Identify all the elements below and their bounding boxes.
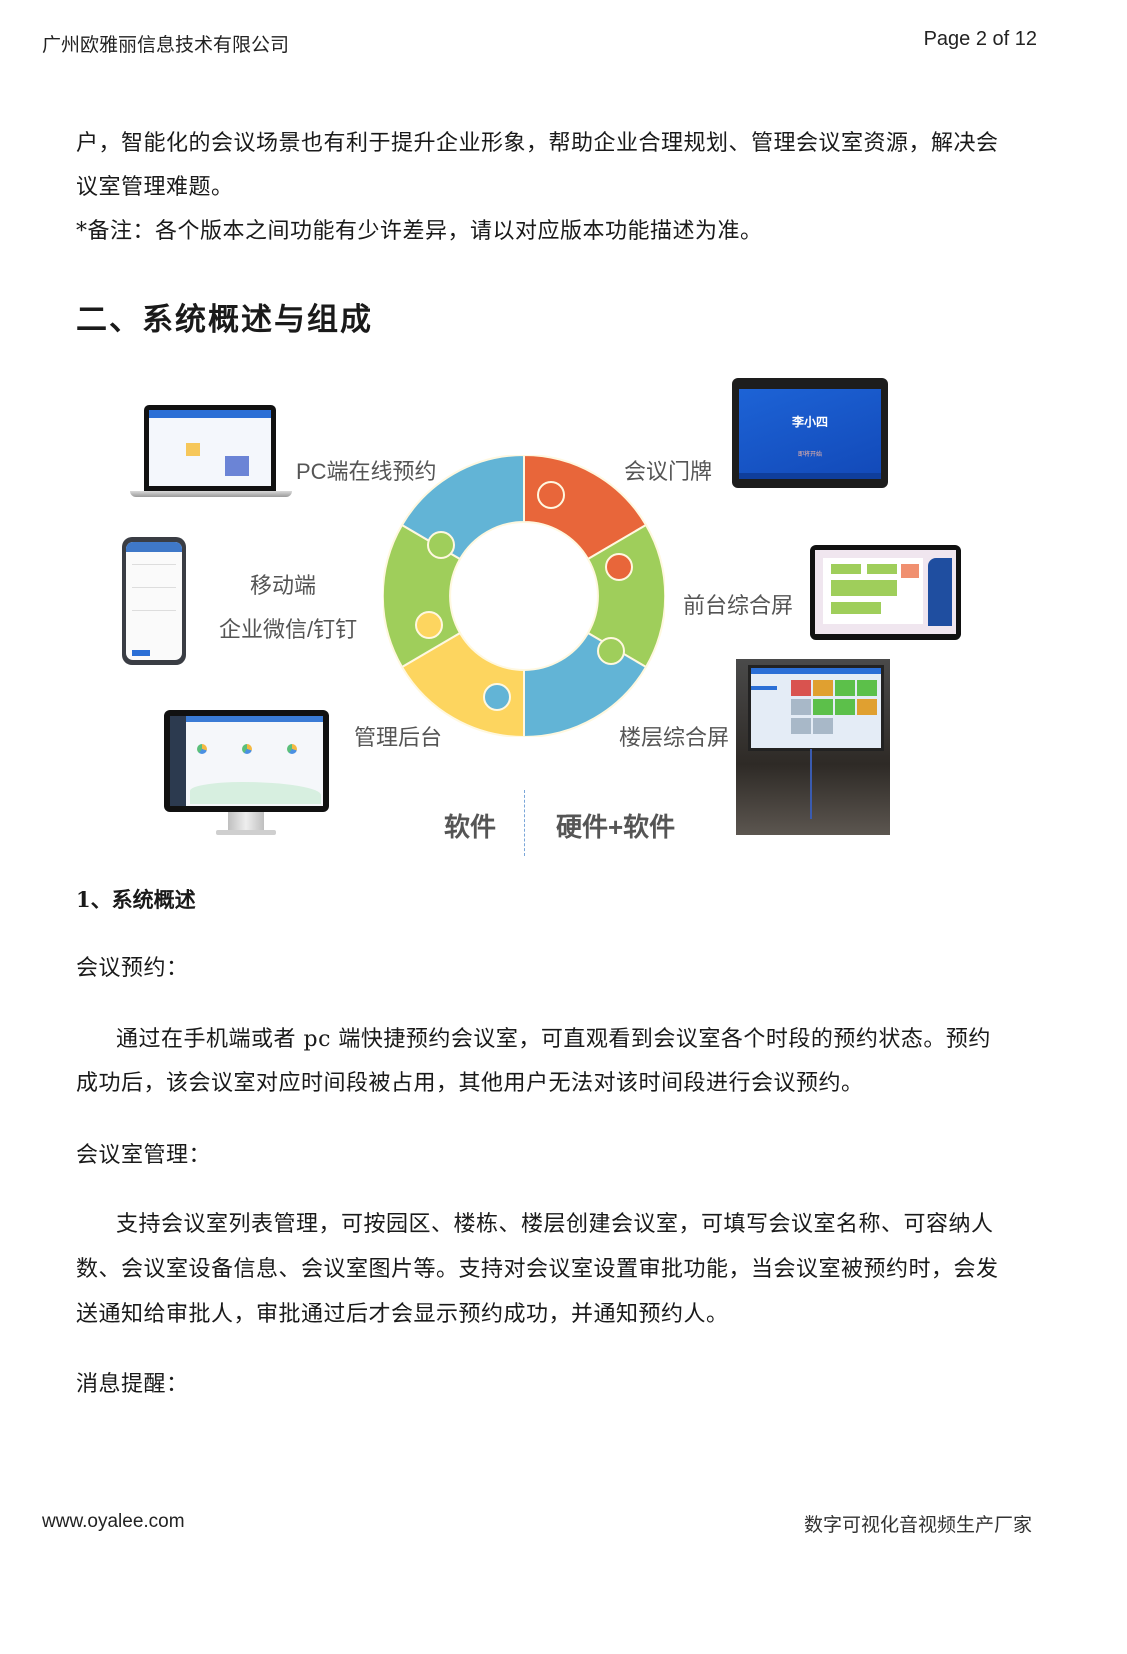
header-company: 广州欧雅丽信息技术有限公司 — [42, 35, 290, 56]
footer-website[interactable]: www.oyalee.com — [42, 1511, 185, 1533]
phone-image — [122, 537, 186, 665]
paragraph-line: 支持会议室列表管理，可按园区、楼栋、楼层创建会议室，可填写会议室名称、可容纳人 — [116, 1212, 994, 1237]
paragraph-line: 送通知给审批人，审批通过后才会显示预约成功，并通知预约人。 — [76, 1302, 729, 1327]
label-wecom-dingtalk: 企业微信/钉钉 — [219, 617, 358, 642]
door-sign-status: 即将开始 — [797, 451, 822, 458]
door-sign-name: 李小四 — [791, 415, 828, 429]
intro-line: 户，智能化的会议场景也有利于提升企业形象，帮助企业合理规划、管理会议室资源，解决… — [76, 131, 999, 156]
system-diagram: PC端在线预约 移动端 企业微信/钉钉 管理后台 会议门牌 李小四 即将开始 前… — [100, 370, 1000, 870]
monitor-image — [164, 710, 329, 840]
intro-text: 户，智能化的会议场景也有利于提升企业形象，帮助企业合理规划、管理会议室资源，解决… — [76, 120, 1036, 255]
block-label-room-management: 会议室管理： — [76, 1143, 212, 1168]
laptop-image — [130, 405, 292, 500]
page-indicator: Page 2 of 12 — [923, 28, 1037, 50]
label-door-sign: 会议门牌 — [624, 459, 713, 484]
footer-slogan: 数字可视化音视频生产厂家 — [803, 1514, 1032, 1536]
intro-line: 议室管理难题。 — [76, 175, 234, 200]
label-front-desk-screen: 前台综合屏 — [683, 593, 794, 618]
door-sign-image: 李小四 即将开始 — [732, 378, 888, 488]
paragraph-line: 通过在手机端或者 pc 端快捷预约会议室，可直观看到会议室各个时段的预约状态。预… — [116, 1027, 991, 1052]
puzzle-ring — [383, 455, 665, 737]
label-software: 软件 — [444, 812, 497, 842]
subsection-title: 1、系统概述 — [76, 887, 196, 912]
block-paragraph-room-management: 支持会议室列表管理，可按园区、楼栋、楼层创建会议室，可填写会议室名称、可容纳人 … — [76, 1201, 1036, 1338]
block-paragraph-booking: 通过在手机端或者 pc 端快捷预约会议室，可直观看到会议室各个时段的预约状态。预… — [76, 1016, 1036, 1107]
section-title: 二、系统概述与组成 — [76, 302, 373, 338]
paragraph-line: 数、会议室设备信息、会议室图片等。支持对会议室设置审批功能，当会议室被预约时，会… — [76, 1257, 999, 1282]
divider-line — [524, 790, 525, 856]
paragraph-line: 成功后，该会议室对应时间段被占用，其他用户无法对该时间段进行会议预约。 — [76, 1071, 864, 1096]
front-desk-screen-image — [810, 545, 961, 640]
label-floor-screen: 楼层综合屏 — [619, 725, 730, 750]
block-label-booking: 会议预约： — [76, 956, 189, 981]
intro-note: *备注：各个版本之间功能有少许差异，请以对应版本功能描述为准。 — [76, 219, 763, 244]
block-label-notifications: 消息提醒： — [76, 1372, 189, 1397]
floor-kiosk-image — [736, 659, 890, 835]
label-mobile: 移动端 — [250, 573, 317, 598]
label-hardware-software: 硬件+软件 — [556, 812, 676, 842]
